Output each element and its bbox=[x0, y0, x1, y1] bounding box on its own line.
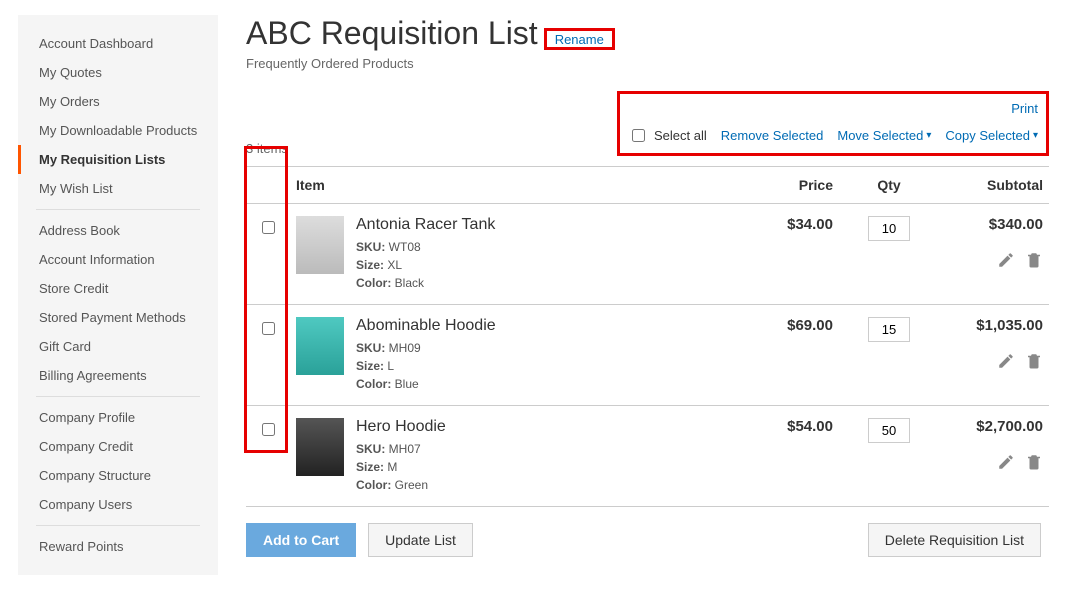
delete-list-button[interactable]: Delete Requisition List bbox=[868, 523, 1041, 557]
move-selected-link[interactable]: Move Selected ▾ bbox=[837, 128, 931, 143]
table-row: Antonia Racer Tank SKU: WT08Size: XLColor… bbox=[246, 204, 1049, 305]
requisition-table: Item Price Qty Subtotal Antonia Racer Ta… bbox=[246, 166, 1049, 507]
item-name: Abominable Hoodie bbox=[356, 317, 723, 335]
sidebar-item[interactable]: Company Structure bbox=[18, 461, 218, 490]
qty-input[interactable] bbox=[868, 418, 910, 443]
product-image bbox=[296, 216, 344, 274]
page-subtitle: Frequently Ordered Products bbox=[246, 56, 1049, 71]
sidebar-item[interactable]: Stored Payment Methods bbox=[18, 303, 218, 332]
sidebar-item[interactable]: Store Credit bbox=[18, 274, 218, 303]
sidebar-item[interactable]: Account Information bbox=[18, 245, 218, 274]
item-subtotal: $2,700.00 bbox=[939, 406, 1049, 507]
sidebar-item[interactable]: My Quotes bbox=[18, 58, 218, 87]
item-name: Hero Hoodie bbox=[356, 418, 723, 436]
item-meta: SKU: WT08Size: XLColor: Black bbox=[356, 238, 723, 292]
sidebar-item[interactable]: Company Credit bbox=[18, 432, 218, 461]
chevron-down-icon: ▾ bbox=[926, 130, 931, 141]
sidebar-item[interactable]: Address Book bbox=[18, 216, 218, 245]
item-meta: SKU: MH07Size: MColor: Green bbox=[356, 440, 723, 494]
col-price: Price bbox=[729, 167, 839, 204]
trash-icon[interactable] bbox=[1023, 352, 1043, 372]
trash-icon[interactable] bbox=[1023, 251, 1043, 271]
qty-input[interactable] bbox=[868, 317, 910, 342]
sidebar-item[interactable]: My Orders bbox=[18, 87, 218, 116]
sidebar-item[interactable]: Billing Agreements bbox=[18, 361, 218, 390]
item-price: $54.00 bbox=[729, 406, 839, 507]
item-subtotal: $1,035.00 bbox=[939, 305, 1049, 406]
sidebar-item[interactable]: Company Users bbox=[18, 490, 218, 519]
col-subtotal: Subtotal bbox=[939, 167, 1049, 204]
qty-input[interactable] bbox=[868, 216, 910, 241]
product-image bbox=[296, 418, 344, 476]
edit-icon[interactable] bbox=[995, 352, 1015, 372]
sidebar-item[interactable]: Company Profile bbox=[18, 403, 218, 432]
copy-selected-link[interactable]: Copy Selected ▾ bbox=[945, 128, 1038, 143]
row-checkbox[interactable] bbox=[262, 322, 275, 335]
select-all[interactable]: Select all bbox=[628, 126, 707, 145]
sidebar-divider bbox=[36, 525, 200, 526]
sidebar-item[interactable]: Account Dashboard bbox=[18, 29, 218, 58]
chevron-down-icon: ▾ bbox=[1033, 130, 1038, 141]
item-count: 3 items bbox=[246, 141, 288, 156]
item-price: $69.00 bbox=[729, 305, 839, 406]
sidebar-divider bbox=[36, 396, 200, 397]
table-row: Abominable Hoodie SKU: MH09Size: LColor: … bbox=[246, 305, 1049, 406]
table-row: Hero HoodieSKU: MH07Size: MColor: Green$… bbox=[246, 406, 1049, 507]
item-meta: SKU: MH09Size: LColor: Blue bbox=[356, 339, 723, 393]
page-title: ABC Requisition List bbox=[246, 15, 538, 52]
sidebar-item[interactable]: My Wish List bbox=[18, 174, 218, 203]
row-checkbox[interactable] bbox=[262, 221, 275, 234]
sidebar-divider bbox=[36, 209, 200, 210]
col-qty: Qty bbox=[839, 167, 939, 204]
bulk-actions-bar: Print Select all Remove Selected Move Se… bbox=[617, 91, 1049, 156]
item-subtotal: $340.00 bbox=[939, 204, 1049, 305]
trash-icon[interactable] bbox=[1023, 453, 1043, 473]
product-image bbox=[296, 317, 344, 375]
update-list-button[interactable]: Update List bbox=[368, 523, 473, 557]
remove-selected-link[interactable]: Remove Selected bbox=[721, 128, 824, 143]
sidebar-item[interactable]: My Downloadable Products bbox=[18, 116, 218, 145]
row-checkbox[interactable] bbox=[262, 423, 275, 436]
edit-icon[interactable] bbox=[995, 453, 1015, 473]
item-price: $34.00 bbox=[729, 204, 839, 305]
sidebar-item[interactable]: Reward Points bbox=[18, 532, 218, 561]
select-all-checkbox[interactable] bbox=[632, 129, 645, 142]
add-to-cart-button[interactable]: Add to Cart bbox=[246, 523, 356, 557]
item-name: Antonia Racer Tank bbox=[356, 216, 723, 234]
sidebar-item[interactable]: Gift Card bbox=[18, 332, 218, 361]
account-sidebar: Account DashboardMy QuotesMy OrdersMy Do… bbox=[18, 15, 218, 575]
sidebar-item[interactable]: My Requisition Lists bbox=[18, 145, 218, 174]
print-link[interactable]: Print bbox=[1011, 101, 1038, 116]
rename-link[interactable]: Rename bbox=[547, 29, 612, 50]
col-item: Item bbox=[290, 167, 729, 204]
edit-icon[interactable] bbox=[995, 251, 1015, 271]
